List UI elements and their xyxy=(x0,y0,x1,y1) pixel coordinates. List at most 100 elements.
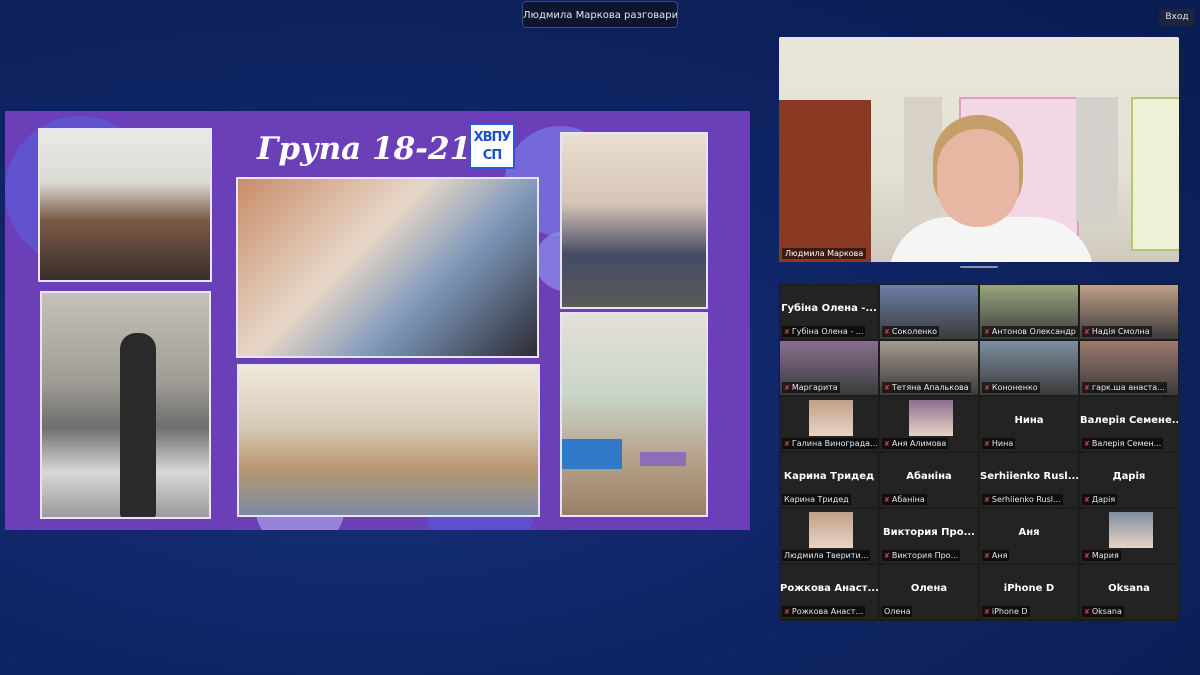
participant-name-label: ✘ Галина Винограда... xyxy=(782,438,878,449)
participant-tile[interactable]: Абаніна ✘ Абаніна xyxy=(879,452,979,508)
participant-tile[interactable]: Аня ✘ Аня xyxy=(979,508,1079,564)
participant-name-display: Дарія xyxy=(1112,471,1146,482)
mic-muted-icon: ✘ xyxy=(884,496,890,504)
participant-name-text: iPhone D xyxy=(991,607,1028,616)
participant-tile[interactable]: Serhiienko Rusl... ✘ Serhiienko Rusl... xyxy=(979,452,1079,508)
participant-name-text: Валерія Семен... xyxy=(1091,439,1162,448)
participant-tile[interactable]: ✘ Кононенко xyxy=(979,340,1079,396)
participant-name-label: ✘ Губіна Олена - ... xyxy=(782,326,866,337)
participant-avatar xyxy=(809,400,853,436)
mic-muted-icon: ✘ xyxy=(1084,608,1090,616)
participant-name-text: Губіна Олена - ... xyxy=(791,327,864,336)
participant-name-label: ✘ Валерія Семен... xyxy=(1082,438,1164,449)
view-button[interactable]: Вход xyxy=(1159,9,1195,26)
logo-text-bottom: СП xyxy=(482,148,502,163)
participant-name-display: Виктория Про... xyxy=(883,527,975,538)
mic-muted-icon: ✘ xyxy=(784,384,790,392)
gym-yoga-photo xyxy=(560,312,708,517)
mic-muted-icon: ✘ xyxy=(784,328,790,336)
participant-name-display: Serhiienko Rusl... xyxy=(980,471,1078,482)
classroom-photo xyxy=(38,128,212,282)
participant-name-text: Oksana xyxy=(1091,607,1122,616)
mic-muted-icon: ✘ xyxy=(884,552,890,560)
participant-name-text: Людмила Тверити... xyxy=(784,551,869,560)
participant-tile[interactable]: Валерія Семене... ✘ Валерія Семен... xyxy=(1079,396,1179,452)
participant-tile[interactable]: ✘ Аня Алимова xyxy=(879,396,979,452)
participant-name-label: ✘ Соколенко xyxy=(882,326,940,337)
mic-muted-icon: ✘ xyxy=(1084,440,1090,448)
yoga-mat xyxy=(562,439,622,469)
participant-tile[interactable]: Oksana ✘ Oksana xyxy=(1079,564,1179,620)
participant-name-label: ✘ Абаніна xyxy=(882,494,927,505)
speaker-name-label: Людмила Маркова xyxy=(782,248,867,259)
mic-muted-icon: ✘ xyxy=(884,384,890,392)
mic-muted-icon: ✘ xyxy=(1084,384,1090,392)
participant-name-label: ✘ Надія Смолна xyxy=(1082,326,1152,337)
shared-screen-slide: Група 18-21 ХВПУ СП xyxy=(5,111,750,530)
mic-muted-icon: ✘ xyxy=(984,496,990,504)
mic-muted-icon: ✘ xyxy=(1084,496,1090,504)
classroom-desks-photo xyxy=(237,364,540,517)
participants-gallery: Губіна Олена -... ✘ Губіна Олена - ... ✘ Сок… xyxy=(779,284,1179,621)
mic-muted-icon: ✘ xyxy=(984,552,990,560)
participant-name-display: iPhone D xyxy=(1003,583,1055,594)
participant-tile[interactable]: Губіна Олена -... ✘ Губіна Олена - ... xyxy=(779,284,879,340)
participant-name-label: Олена xyxy=(882,606,913,617)
participant-tile[interactable]: Нина ✘ Нина xyxy=(979,396,1079,452)
participant-tile[interactable]: ✘ Антонов Олександр xyxy=(979,284,1079,340)
participant-name-label: ✘ Oksana xyxy=(1082,606,1124,617)
participant-tile[interactable]: Карина Тридед Карина Тридед xyxy=(779,452,879,508)
resize-handle[interactable] xyxy=(960,266,998,268)
wooden-door xyxy=(779,100,871,262)
participant-name-text: Абаніна xyxy=(891,495,925,504)
participant-avatar xyxy=(909,400,953,436)
participant-tile[interactable]: ✘ Тетяна Апалькова xyxy=(879,340,979,396)
participant-tile[interactable]: Людмила Тверити... xyxy=(779,508,879,564)
participant-name-text: Аня Алимова xyxy=(891,439,947,448)
participant-tile[interactable]: iPhone D ✘ iPhone D xyxy=(979,564,1079,620)
participant-name-text: Рожкова Анаст... xyxy=(791,607,863,616)
participant-tile[interactable]: ✘ Мария xyxy=(1079,508,1179,564)
participant-name-text: Олена xyxy=(884,607,911,616)
thread-rack xyxy=(904,97,942,217)
participant-name-label: ✘ Виктория Про... xyxy=(882,550,961,561)
participant-avatar xyxy=(809,512,853,548)
participant-tile[interactable]: Дарія ✘ Дарія xyxy=(1079,452,1179,508)
participant-tile[interactable]: ✘ гарк.ша анаста... xyxy=(1079,340,1179,396)
participant-tile[interactable]: Рожкова Анаст... ✘ Рожкова Анаст... xyxy=(779,564,879,620)
street-photo xyxy=(40,291,211,519)
participant-name-display: Аня xyxy=(1018,527,1040,538)
mic-muted-icon: ✘ xyxy=(984,328,990,336)
participant-tile[interactable]: ✘ Соколенко xyxy=(879,284,979,340)
participant-name-text: гарк.ша анаста... xyxy=(1091,383,1165,392)
participant-name-display: Oksana xyxy=(1108,583,1150,594)
participant-name-text: Кононенко xyxy=(991,383,1038,392)
participant-name-label: ✘ Антонов Олександр xyxy=(982,326,1078,337)
college-logo: ХВПУ СП xyxy=(469,123,515,169)
participant-name-label: ✘ Кононенко xyxy=(982,382,1040,393)
participant-name-text: Соколенко xyxy=(891,327,938,336)
participant-name-label: ✘ Маргарита xyxy=(782,382,840,393)
participant-tile[interactable]: Виктория Про... ✘ Виктория Про... xyxy=(879,508,979,564)
poster xyxy=(1131,97,1179,251)
participant-tile[interactable]: ✘ Надія Смолна xyxy=(1079,284,1179,340)
participant-name-text: Маргарита xyxy=(791,383,838,392)
participant-tile[interactable]: ✘ Маргарита xyxy=(779,340,879,396)
participant-name-display: Губіна Олена -... xyxy=(781,303,877,314)
logo-text-top: ХВПУ xyxy=(473,130,512,145)
participant-name-label: ✘ Аня xyxy=(982,550,1010,561)
mic-muted-icon: ✘ xyxy=(884,440,890,448)
yoga-mat xyxy=(640,452,686,466)
participant-tile[interactable]: Олена Олена xyxy=(879,564,979,620)
participant-name-label: ✘ Рожкова Анаст... xyxy=(782,606,865,617)
participant-name-text: Serhiienko Rusl... xyxy=(991,495,1061,504)
participant-name-text: Галина Винограда... xyxy=(791,439,878,448)
participant-name-text: Антонов Олександр xyxy=(991,327,1076,336)
participant-tile[interactable]: ✘ Галина Винограда... xyxy=(779,396,879,452)
person-figure xyxy=(120,333,156,517)
participant-name-label: ✘ Мария xyxy=(1082,550,1121,561)
participant-name-label: Людмила Тверити... xyxy=(782,550,871,561)
participant-name-text: Тетяна Апалькова xyxy=(891,383,969,392)
participant-name-label: Карина Тридед xyxy=(782,494,851,505)
active-speaker-video[interactable]: Людмила Маркова xyxy=(779,37,1179,262)
